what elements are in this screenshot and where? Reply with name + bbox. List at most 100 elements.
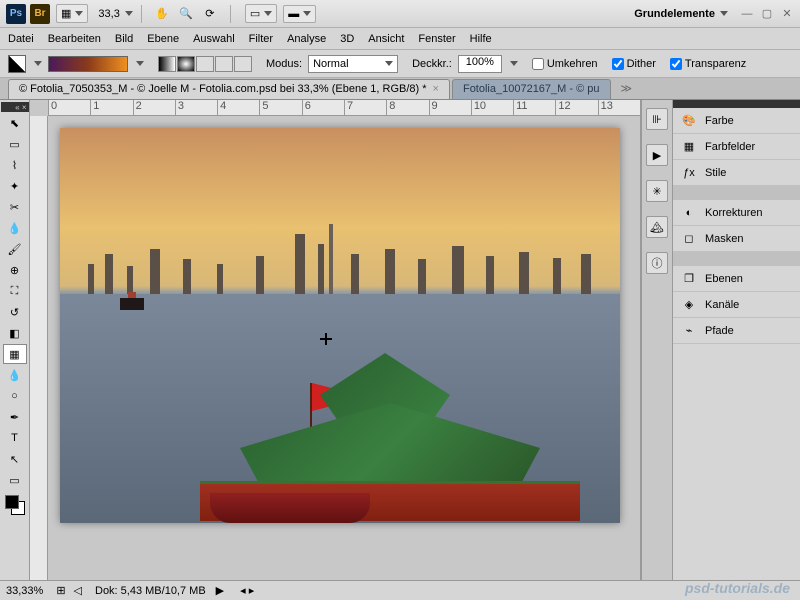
ship-wheel-icon[interactable]: ✳ [646,180,668,202]
panel-ebenen[interactable]: ❐Ebenen [673,266,800,292]
crosshair-cursor-icon [320,333,332,345]
navigator-icon[interactable]: ▶ [646,144,668,166]
document-tabs: © Fotolia_7050353_M - © Joelle M - Fotol… [0,78,800,100]
dither-checkbox[interactable]: Dither [612,58,656,70]
status-doc-size[interactable]: Dok: 5,43 MB/10,7 MB [95,585,206,597]
toolbox-grip[interactable]: « × [1,102,29,112]
menu-auswahl[interactable]: Auswahl [193,33,235,45]
zoom-level-display[interactable]: 33,3 [98,8,132,20]
diamond-gradient-button[interactable] [234,56,252,72]
opacity-label: Deckkr.: [412,58,452,70]
healing-tool-icon[interactable]: ⊕ [3,260,27,280]
pagoda-boat [200,333,580,513]
styles-icon: ƒx [681,165,697,181]
history-brush-tool-icon[interactable]: ↺ [3,302,27,322]
hand-tool-icon[interactable]: ✋ [152,5,172,23]
panel-header[interactable] [673,100,800,108]
menu-hilfe[interactable]: Hilfe [470,33,492,45]
dodge-tool-icon[interactable]: ○ [3,386,27,406]
blur-tool-icon[interactable]: 💧 [3,365,27,385]
photoshop-logo-icon[interactable]: Ps [6,4,26,24]
image-icon[interactable]: 🏔 [646,216,668,238]
mode-label: Modus: [266,58,302,70]
menu-fenster[interactable]: Fenster [418,33,455,45]
blend-mode-select[interactable]: Normal [308,55,398,73]
histogram-icon[interactable]: ⊪ [646,108,668,130]
move-tool-icon[interactable]: ⬉ [3,113,27,133]
gradient-tool-icon[interactable]: ▦ [3,344,27,364]
path-tool-icon[interactable]: ↖ [3,449,27,469]
menu-filter[interactable]: Filter [249,33,273,45]
panel-dock: ⊪ ▶ ✳ 🏔 ⓘ 🎨Farbe ▦Farbfelder ƒxStile ◐Ko… [640,100,800,580]
canvas-area: 012345678910111213 [30,100,640,580]
menu-bild[interactable]: Bild [115,33,133,45]
app-titlebar: Ps Br ▦ 33,3 ✋ 🔍 ⟳ ▭ ▬ Grundelemente — ▢… [0,0,800,28]
maximize-button[interactable]: ▢ [760,7,774,21]
panel-farbfelder[interactable]: ▦Farbfelder [673,134,800,160]
view-options-button[interactable]: ▦ [56,4,88,23]
status-bar: 33,33% ⊞◁ Dok: 5,43 MB/10,7 MB ▶ ◂ ▸ [0,580,800,600]
gradient-tool-icon[interactable] [8,55,26,73]
bridge-logo-icon[interactable]: Br [30,4,50,24]
panel-farbe[interactable]: 🎨Farbe [673,108,800,134]
toolbox: « × ⬉ ▭ ⌇ ✦ ✂ 💧 🖌 ⊕ ⛶ ↺ ◧ ▦ 💧 ○ ✒ T ↖ ▭ [0,100,30,580]
shape-tool-icon[interactable]: ▭ [3,470,27,490]
linear-gradient-button[interactable] [158,56,176,72]
tab-close-icon[interactable]: × [433,83,439,95]
menu-3d[interactable]: 3D [340,33,354,45]
options-bar: Modus: Normal Deckkr.: 100% Umkehren Dit… [0,50,800,78]
angle-gradient-button[interactable] [196,56,214,72]
collapsed-panel-icons: ⊪ ▶ ✳ 🏔 ⓘ [641,100,673,580]
opacity-input[interactable]: 100% [458,55,502,73]
menu-ansicht[interactable]: Ansicht [368,33,404,45]
marquee-tool-icon[interactable]: ▭ [3,134,27,154]
zoom-tool-icon[interactable]: 🔍 [176,5,196,23]
rotate-view-icon[interactable]: ⟳ [200,5,220,23]
panel-stile[interactable]: ƒxStile [673,160,800,186]
type-tool-icon[interactable]: T [3,428,27,448]
panel-kanaele[interactable]: ◈Kanäle [673,292,800,318]
masks-icon: ◻ [681,231,697,247]
paths-icon: ⌁ [681,323,697,339]
watermark-text: psd-tutorials.de [685,580,790,596]
brush-tool-icon[interactable]: 🖌 [3,239,27,259]
document-tab-active[interactable]: © Fotolia_7050353_M - © Joelle M - Fotol… [8,79,450,99]
document-canvas[interactable] [60,128,620,523]
panel-pfade[interactable]: ⌁Pfade [673,318,800,344]
radial-gradient-button[interactable] [177,56,195,72]
menu-ebene[interactable]: Ebene [147,33,179,45]
workspace-switcher[interactable]: Grundelemente [628,6,734,22]
close-button[interactable]: ✕ [780,7,794,21]
gradient-picker[interactable] [48,56,128,72]
eyedropper-tool-icon[interactable]: 💧 [3,218,27,238]
swatches-icon: ▦ [681,139,697,155]
minimize-button[interactable]: — [740,7,754,21]
transparency-checkbox[interactable]: Transparenz [670,58,746,70]
adjustments-icon: ◐ [681,205,697,221]
tab-scroll-icon[interactable]: ≫ [617,82,637,95]
screen-mode-button[interactable]: ▬ [283,5,316,23]
info-icon[interactable]: ⓘ [646,252,668,274]
document-tab-inactive[interactable]: Fotolia_10072167_M - © pu [452,79,611,99]
channels-icon: ◈ [681,297,697,313]
menu-analyse[interactable]: Analyse [287,33,326,45]
foreground-background-colors[interactable] [3,493,27,517]
panel-korrekturen[interactable]: ◐Korrekturen [673,200,800,226]
reflected-gradient-button[interactable] [215,56,233,72]
panel-masken[interactable]: ◻Masken [673,226,800,252]
menu-datei[interactable]: Datei [8,33,34,45]
vertical-ruler[interactable] [30,116,48,580]
arrange-documents-button[interactable]: ▭ [245,4,277,23]
status-nav[interactable]: ⊞◁ [53,584,85,597]
eraser-tool-icon[interactable]: ◧ [3,323,27,343]
reverse-checkbox[interactable]: Umkehren [532,58,598,70]
status-zoom[interactable]: 33,33% [6,585,43,597]
menu-bearbeiten[interactable]: Bearbeiten [48,33,101,45]
pen-tool-icon[interactable]: ✒ [3,407,27,427]
lasso-tool-icon[interactable]: ⌇ [3,155,27,175]
wand-tool-icon[interactable]: ✦ [3,176,27,196]
stamp-tool-icon[interactable]: ⛶ [3,281,27,301]
crop-tool-icon[interactable]: ✂ [3,197,27,217]
horizontal-ruler[interactable]: 012345678910111213 [48,100,640,116]
boat-silhouette [120,298,144,310]
